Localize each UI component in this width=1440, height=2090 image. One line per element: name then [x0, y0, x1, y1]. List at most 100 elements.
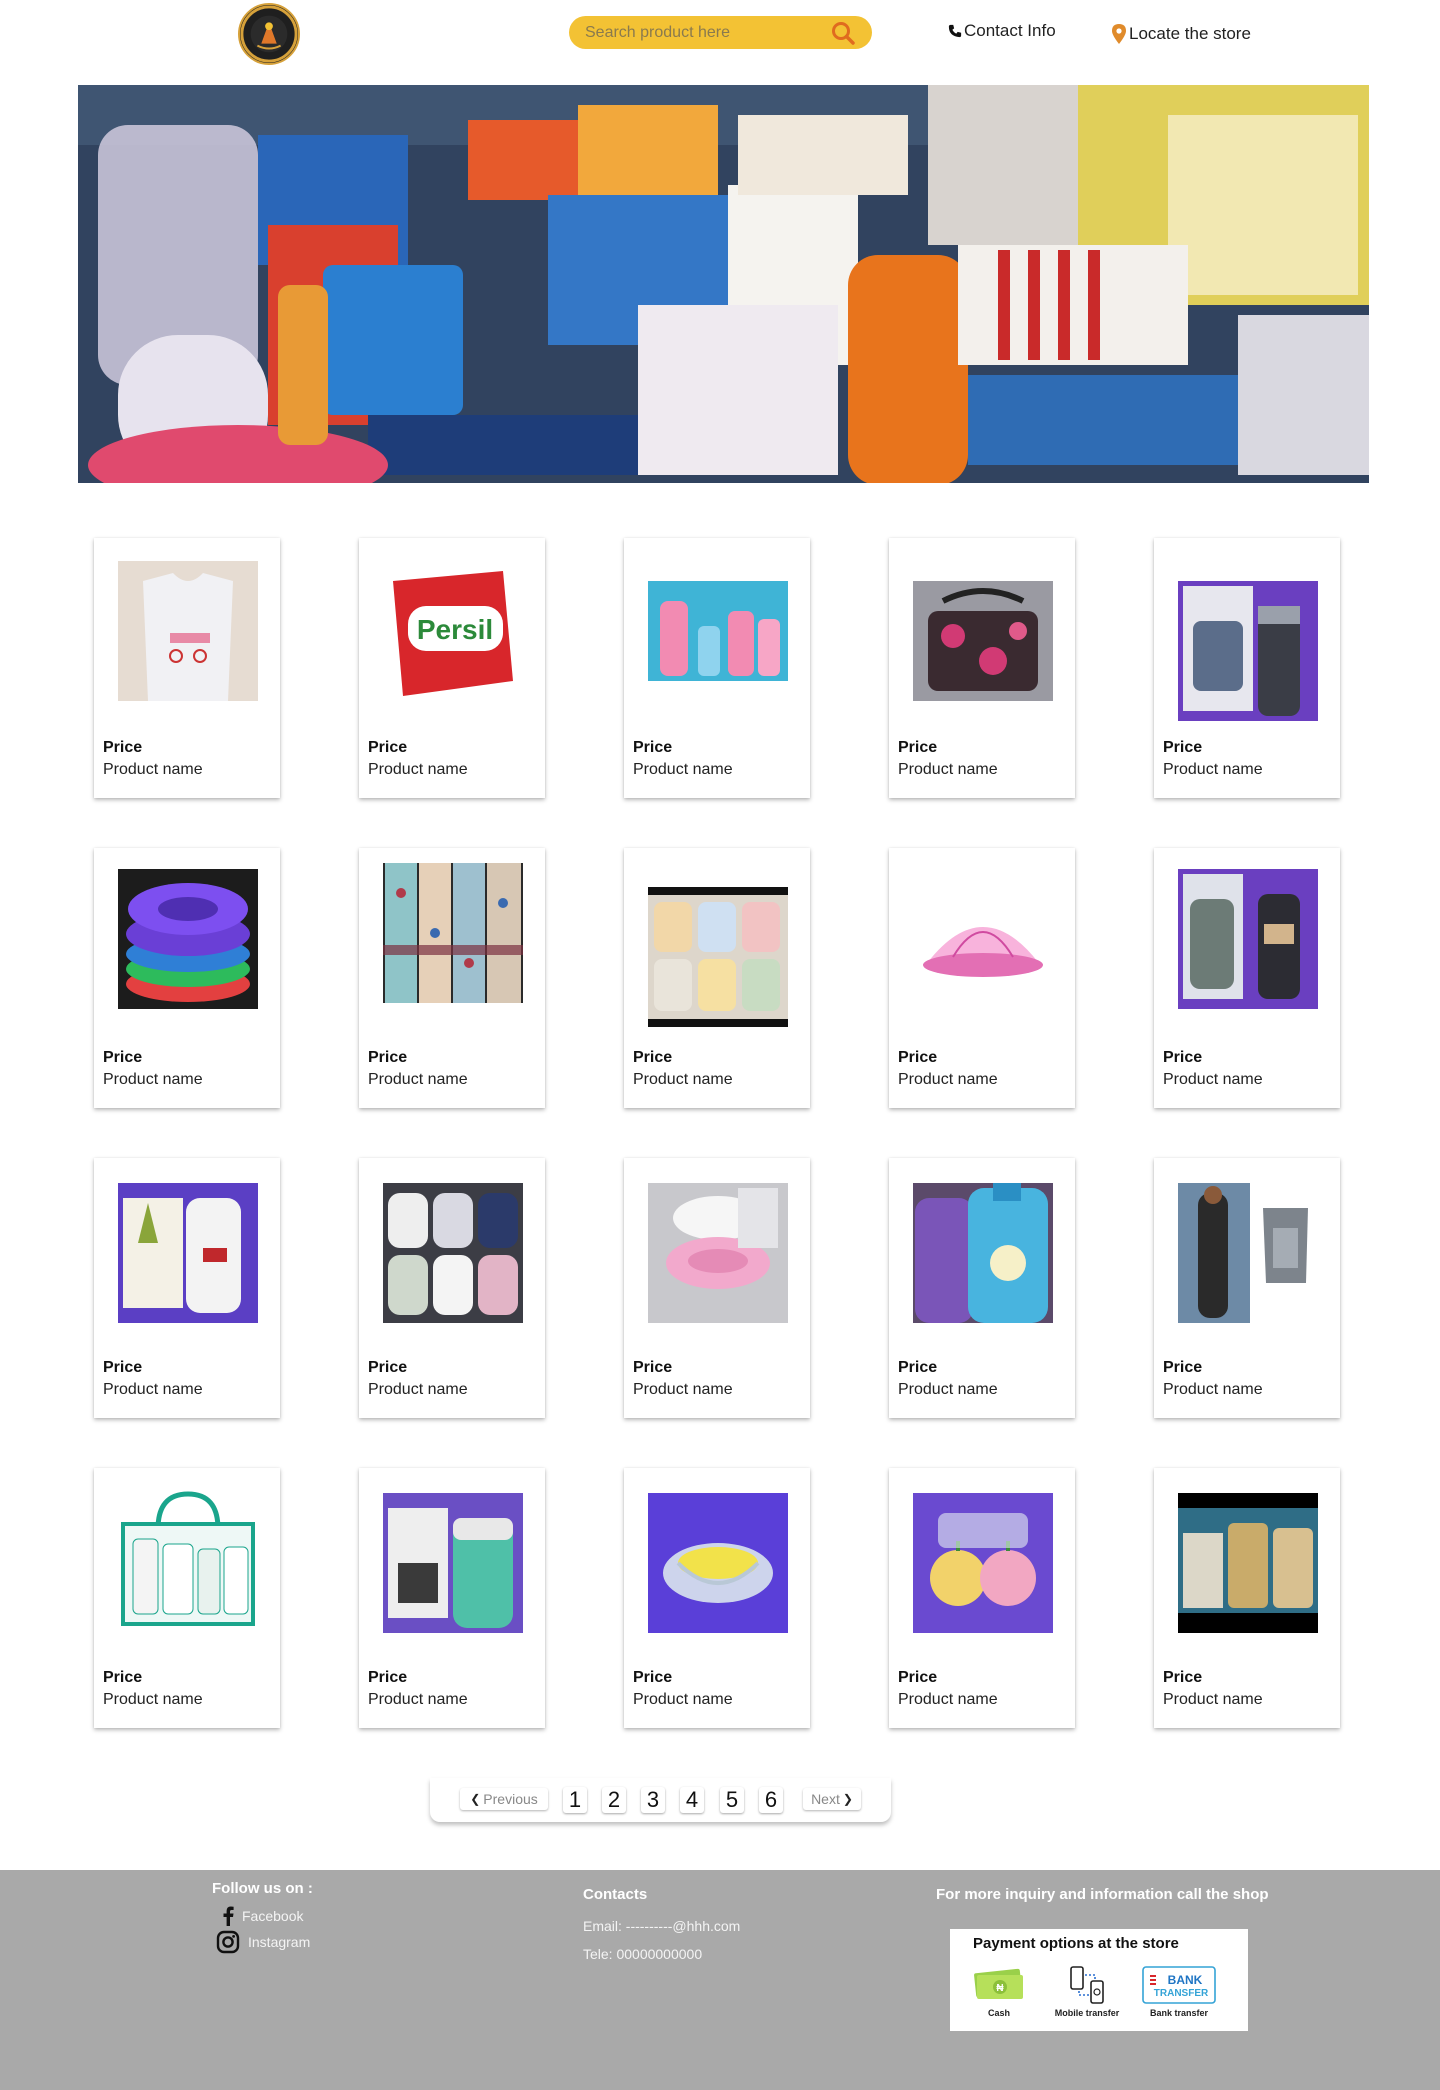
product-price: Price	[103, 1669, 143, 1686]
product-card[interactable]: Price Product name	[1154, 538, 1340, 798]
product-price: Price	[103, 1359, 143, 1376]
product-card[interactable]: Price Product name	[624, 1468, 810, 1728]
baby-blankets-image	[648, 887, 788, 1027]
diaper-bag-image	[913, 581, 1053, 701]
page-2-button[interactable]: 2	[602, 1787, 626, 1813]
facebook-icon	[223, 1906, 234, 1926]
product-card[interactable]: Price Product name	[889, 848, 1075, 1108]
locate-store-label: Locate the store	[1129, 24, 1251, 43]
contact-info-label: Contact Info	[964, 21, 1056, 40]
vacuum-flask-image	[1178, 581, 1318, 721]
persil-detergent-image: Persil	[383, 561, 523, 701]
aveeno-set-image	[1178, 1493, 1318, 1633]
bank-transfer-icon: BANK TRANSFER	[1142, 1966, 1216, 2004]
svg-text:₦: ₦	[996, 1983, 1004, 1994]
search-input[interactable]	[585, 23, 825, 42]
product-card[interactable]: Price Product name	[889, 1158, 1075, 1418]
product-card[interactable]: Price Product name	[1154, 848, 1340, 1108]
product-card[interactable]: Price Product name	[1154, 1158, 1340, 1418]
product-name: Product name	[898, 1691, 998, 1708]
instagram-link[interactable]: Instagram	[216, 1930, 310, 1954]
product-name: Product name	[1163, 1691, 1263, 1708]
product-card[interactable]: Price Product name	[1154, 1468, 1340, 1728]
product-price: Price	[103, 739, 143, 756]
follow-us-heading: Follow us on :	[212, 1880, 313, 1897]
product-card[interactable]: Price Product name	[359, 848, 545, 1108]
store-logo[interactable]	[238, 3, 300, 65]
product-price: Price	[1163, 1049, 1203, 1066]
milan-flask-set-image	[383, 1493, 523, 1633]
product-card[interactable]: Price Product name	[94, 538, 280, 798]
instagram-icon	[216, 1930, 240, 1954]
cash-label: Cash	[987, 2008, 1010, 2018]
product-price: Price	[1163, 739, 1203, 756]
product-price: Price	[633, 1669, 673, 1686]
nursing-tshirt-image	[118, 561, 258, 701]
product-card[interactable]: Price Product name	[624, 538, 810, 798]
product-card[interactable]: Price Product name	[359, 1468, 545, 1728]
product-name: Product name	[633, 1071, 733, 1088]
product-card[interactable]: Price Product name	[624, 1158, 810, 1418]
product-name: Product name	[103, 1071, 203, 1088]
product-price: Price	[368, 1359, 408, 1376]
product-card[interactable]: Price Product name	[889, 538, 1075, 798]
mobile-transfer-label: Mobile transfer	[1054, 2008, 1120, 2018]
product-name: Product name	[368, 1381, 468, 1398]
location-pin-icon	[1112, 24, 1126, 44]
search-bar[interactable]	[569, 16, 872, 49]
product-name: Product name	[1163, 761, 1263, 778]
mobile-transfer-icon	[1070, 1966, 1104, 2004]
product-price: Price	[633, 1049, 673, 1066]
product-card[interactable]: Price Product name	[94, 848, 280, 1108]
product-name: Product name	[368, 761, 468, 778]
footer: Follow us on : Facebook Instagram Contac…	[0, 1870, 1440, 2090]
payment-option-bank-transfer: BANK TRANSFER Bank transfer	[1139, 1965, 1219, 2018]
lunch-box-flasks-image	[1178, 869, 1318, 1009]
pagination: ❮ Previous 1 2 3 4 5 6 Next ❯	[430, 1778, 891, 1822]
product-name: Product name	[103, 1691, 203, 1708]
product-price: Price	[1163, 1359, 1203, 1376]
comfort-softener-image	[913, 1183, 1053, 1323]
previous-page-button[interactable]: ❮ Previous	[460, 1788, 548, 1810]
locate-store-link[interactable]: Locate the store	[1112, 24, 1251, 44]
page-1-button[interactable]: 1	[563, 1787, 587, 1813]
payment-options-card: Payment options at the store ₦ Cash Mobi…	[950, 1929, 1248, 2031]
store-logo-icon	[240, 5, 298, 63]
inquiry-heading: For more inquiry and information call th…	[936, 1886, 1269, 1903]
product-name: Product name	[1163, 1071, 1263, 1088]
bank-logo-text: BANK	[1168, 1973, 1203, 1987]
product-name: Product name	[633, 761, 733, 778]
page: Contact Info Locate the store	[0, 0, 1440, 2090]
search-icon[interactable]	[830, 20, 856, 46]
product-name: Product name	[103, 761, 203, 778]
phone-icon	[948, 24, 962, 38]
product-card[interactable]: Price Product name	[624, 848, 810, 1108]
product-name: Product name	[1163, 1381, 1263, 1398]
contact-info-link[interactable]: Contact Info	[948, 21, 1056, 41]
facebook-link[interactable]: Facebook	[222, 1906, 303, 1926]
contacts-heading: Contacts	[583, 1886, 648, 1903]
product-price: Price	[368, 1669, 408, 1686]
product-name: Product name	[898, 1381, 998, 1398]
product-card[interactable]: Persil Price Product name	[359, 538, 545, 798]
page-4-button[interactable]: 4	[680, 1787, 704, 1813]
baby-carrier-image	[1178, 1183, 1318, 1323]
page-6-button[interactable]: 6	[759, 1787, 783, 1813]
product-card[interactable]: Price Product name	[889, 1468, 1075, 1728]
product-card[interactable]: Price Product name	[359, 1158, 545, 1418]
page-3-button[interactable]: 3	[641, 1787, 665, 1813]
product-price: Price	[898, 1669, 938, 1686]
product-name: Product name	[898, 1071, 998, 1088]
next-page-button[interactable]: Next ❯	[803, 1788, 861, 1810]
hero-banner-image	[78, 85, 1369, 483]
page-5-button[interactable]: 5	[720, 1787, 744, 1813]
product-price: Price	[898, 1359, 938, 1376]
chevron-right-icon: ❯	[842, 1792, 853, 1806]
product-card[interactable]: Price Product name	[94, 1468, 280, 1728]
product-card[interactable]: Price Product name	[94, 1158, 280, 1418]
facebook-label: Facebook	[242, 1908, 304, 1924]
product-price: Price	[368, 1049, 408, 1066]
bank-logo-subtext: TRANSFER	[1154, 1988, 1209, 1999]
product-price: Price	[103, 1049, 143, 1066]
contact-email: Email: ----------@hhh.com	[583, 1918, 741, 1934]
